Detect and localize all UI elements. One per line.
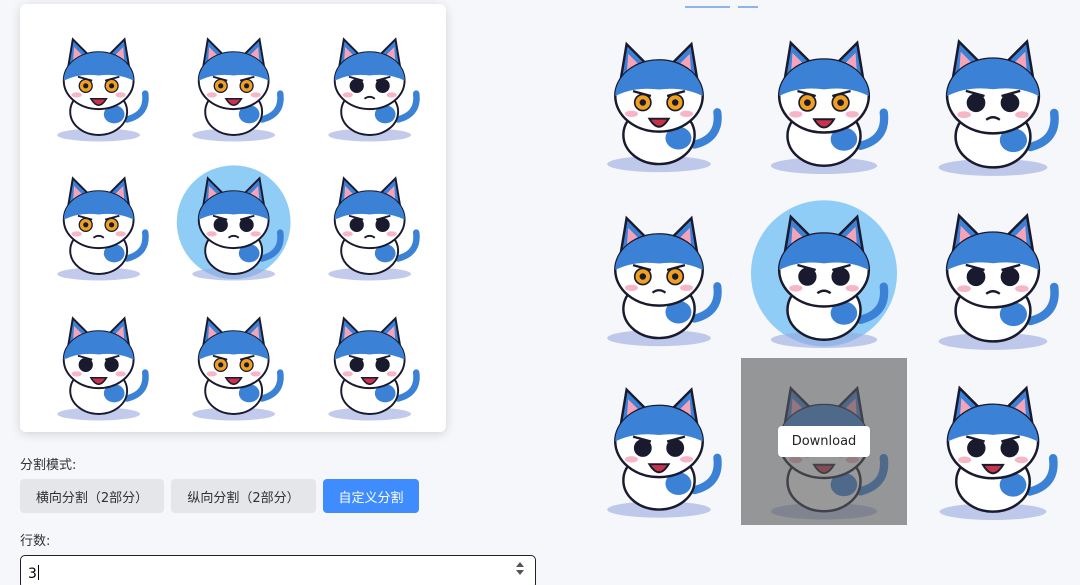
download-button[interactable]: Download — [777, 426, 871, 457]
rows-label: 行数: — [20, 534, 51, 549]
download-overlay: Download — [741, 358, 907, 525]
result-cell-cat-annoyed[interactable] — [578, 184, 740, 356]
stepper-down-icon[interactable] — [516, 570, 524, 575]
cat-sticker-icon — [578, 10, 740, 182]
cat-sticker-icon — [305, 293, 434, 426]
source-cell-cat-frowning — [305, 14, 434, 147]
cat-sticker-icon — [34, 293, 163, 426]
cat-sticker-icon — [741, 184, 907, 356]
source-image-preview — [20, 4, 446, 432]
custom-split-button[interactable]: 自定义分割 — [323, 479, 419, 513]
horizontal-split-button[interactable]: 横向分割（2部分） — [20, 479, 164, 513]
result-cell-cat-shocked[interactable]: Download — [741, 358, 907, 525]
cat-sticker-icon — [34, 153, 163, 286]
stepper-up-icon[interactable] — [516, 562, 524, 567]
source-cell-cat-shocked — [169, 293, 298, 426]
rows-input[interactable]: 3 — [20, 555, 536, 585]
page: 分割模式: 横向分割（2部分） 纵向分割（2部分） 自定义分割 行数: 3 Do… — [0, 0, 1080, 585]
cat-sticker-icon — [578, 358, 740, 525]
cat-sticker-icon — [578, 184, 740, 356]
result-cell-cat-frowning[interactable] — [908, 10, 1078, 182]
source-cell-cat-surprised — [169, 14, 298, 147]
result-cell-cat-surprised[interactable] — [741, 10, 907, 182]
source-cell-cat-shouting-angry — [305, 293, 434, 426]
source-cell-cat-angry-bubble — [169, 153, 298, 286]
cat-sticker-icon — [305, 14, 434, 147]
result-sticker-grid: Download — [578, 10, 1078, 525]
source-cell-cat-crying — [305, 153, 434, 286]
cat-sticker-icon — [741, 10, 907, 182]
result-cell-cat-angry-bubble[interactable] — [741, 184, 907, 356]
result-cell-cat-waving-shouting[interactable] — [578, 10, 740, 182]
split-result-area: Download — [578, 10, 1078, 525]
number-stepper[interactable] — [515, 562, 525, 575]
cat-sticker-icon — [908, 10, 1078, 182]
tab-indicator-right — [685, 6, 730, 8]
text-caret — [37, 565, 39, 580]
cat-sticker-icon — [908, 358, 1078, 525]
cat-sticker-icon — [908, 184, 1078, 356]
source-cell-cat-waving-shouting — [34, 14, 163, 147]
cat-sticker-icon — [305, 153, 434, 286]
result-cell-cat-yelling[interactable] — [578, 358, 740, 525]
vertical-split-button[interactable]: 纵向分割（2部分） — [171, 479, 316, 513]
source-cell-cat-annoyed — [34, 153, 163, 286]
source-sticker-grid — [34, 14, 434, 424]
cat-sticker-icon — [169, 153, 298, 286]
result-cell-cat-shouting-angry[interactable] — [908, 358, 1078, 525]
tab-indicator-right-2 — [738, 6, 758, 8]
result-cell-cat-crying[interactable] — [908, 184, 1078, 356]
cat-sticker-icon — [34, 14, 163, 147]
rows-input-value: 3 — [28, 566, 37, 582]
split-mode-label: 分割模式: — [20, 458, 77, 473]
cat-sticker-icon — [169, 293, 298, 426]
source-cell-cat-yelling — [34, 293, 163, 426]
cat-sticker-icon — [169, 14, 298, 147]
